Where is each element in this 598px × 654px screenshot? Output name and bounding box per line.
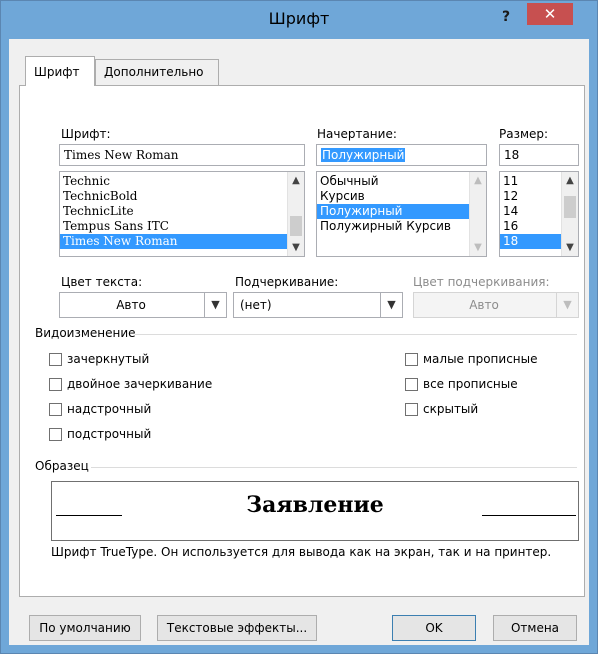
checkbox-box[interactable] xyxy=(405,377,418,391)
scroll-thumb[interactable] xyxy=(290,216,302,236)
checkbox-box[interactable] xyxy=(49,402,62,416)
scroll-up-icon: ▲ xyxy=(474,175,482,186)
scroll-up-icon[interactable]: ▲ xyxy=(288,172,304,189)
underline-select[interactable]: (нет) ▼ xyxy=(233,292,403,318)
font-list-item[interactable]: Technic xyxy=(60,174,304,189)
sample-group-title: Образец xyxy=(35,459,89,473)
scroll-down-icon[interactable]: ▼ xyxy=(562,239,578,256)
checkbox-label: подстрочный xyxy=(67,427,152,441)
underline-color-label: Цвет подчеркивания: xyxy=(413,275,550,289)
size-list-scrollbar[interactable]: ▲ ▼ xyxy=(561,172,578,256)
checkbox-label: надстрочный xyxy=(67,402,152,416)
font-list-item[interactable]: TechnicBold xyxy=(60,189,304,204)
style-input[interactable]: Полужирный xyxy=(316,144,487,166)
style-list-scrollbar: ▲ ▼ xyxy=(469,172,486,256)
scroll-thumb[interactable] xyxy=(564,196,576,218)
scroll-down-icon[interactable]: ▼ xyxy=(288,239,304,256)
sample-right-line xyxy=(482,515,576,516)
ok-button[interactable]: OK xyxy=(392,615,476,641)
text-effects-button[interactable]: Текстовые эффекты... xyxy=(157,615,317,641)
checkbox-double-strikethrough[interactable]: двойное зачеркивание xyxy=(49,376,212,392)
size-input[interactable]: 18 xyxy=(499,144,579,166)
scroll-up-icon[interactable]: ▲ xyxy=(562,172,578,189)
checkbox-label: зачеркнутый xyxy=(67,352,150,366)
text-color-label: Цвет текста: xyxy=(61,275,143,289)
divider xyxy=(135,334,577,335)
style-input-value: Полужирный xyxy=(321,148,406,162)
checkbox-subscript[interactable]: подстрочный xyxy=(49,426,151,442)
checkbox-box[interactable] xyxy=(49,427,62,441)
font-input[interactable]: Times New Roman xyxy=(59,144,305,166)
chevron-down-icon[interactable]: ▼ xyxy=(204,293,226,317)
help-button[interactable]: ? xyxy=(495,6,517,28)
window-frame-right xyxy=(589,39,597,653)
underline-color-value: Авто xyxy=(469,298,499,312)
text-color-select[interactable]: Авто ▼ xyxy=(59,292,227,318)
truetype-note: Шрифт TrueType. Он используется для выво… xyxy=(51,545,552,559)
scroll-down-icon: ▼ xyxy=(474,242,482,253)
checkbox-superscript[interactable]: надстрочный xyxy=(49,401,151,417)
title-bar[interactable]: Шрифт ? ✕ xyxy=(1,1,597,39)
font-list-item[interactable]: Tempus Sans ITC xyxy=(60,219,304,234)
checkbox-box[interactable] xyxy=(49,377,62,391)
font-list[interactable]: Technic TechnicBold TechnicLite Tempus Sans… xyxy=(59,171,305,257)
size-label: Размер: xyxy=(499,127,549,141)
checkbox-box[interactable] xyxy=(49,352,62,366)
checkbox-strikethrough[interactable]: зачеркнутый xyxy=(49,351,149,367)
underline-value: (нет) xyxy=(240,298,272,312)
close-button[interactable]: ✕ xyxy=(527,3,573,25)
style-list-item[interactable]: Полужирный xyxy=(317,204,486,219)
tab-font[interactable]: Шрифт xyxy=(25,56,95,86)
font-list-item[interactable]: TechnicLite xyxy=(60,204,304,219)
font-list-scrollbar[interactable]: ▲ ▼ xyxy=(287,172,304,256)
font-dialog: Шрифт ? ✕ Шрифт Дополнительно Шрифт: Tim… xyxy=(0,0,598,654)
checkbox-small-caps[interactable]: малые прописные xyxy=(405,351,538,367)
size-list[interactable]: 11 12 14 16 18 ▲ ▼ xyxy=(499,171,579,257)
font-label: Шрифт: xyxy=(61,127,111,141)
chevron-down-icon[interactable]: ▼ xyxy=(380,293,402,317)
set-default-button[interactable]: По умолчанию xyxy=(29,615,141,641)
divider xyxy=(91,467,577,468)
effects-group-title: Видоизменение xyxy=(35,326,136,340)
tab-advanced[interactable]: Дополнительно xyxy=(95,59,219,85)
checkbox-label: малые прописные xyxy=(423,352,538,366)
underline-color-select: Авто ▼ xyxy=(413,292,579,318)
sample-preview: Заявление xyxy=(51,481,579,541)
style-list[interactable]: Обычный Курсив Полужирный Полужирный Курсив… xyxy=(316,171,487,257)
underline-label: Подчеркивание: xyxy=(235,275,339,289)
style-list-item[interactable]: Курсив xyxy=(317,189,486,204)
checkbox-box[interactable] xyxy=(405,402,418,416)
checkbox-all-caps[interactable]: все прописные xyxy=(405,376,518,392)
checkbox-hidden[interactable]: скрытый xyxy=(405,401,478,417)
font-list-item[interactable]: Times New Roman xyxy=(60,234,304,249)
checkbox-label: скрытый xyxy=(423,402,479,416)
style-list-item[interactable]: Полужирный Курсив xyxy=(317,219,486,234)
style-label: Начертание: xyxy=(317,127,397,141)
checkbox-label: двойное зачеркивание xyxy=(67,377,213,391)
style-list-item[interactable]: Обычный xyxy=(317,174,486,189)
checkbox-box[interactable] xyxy=(405,352,418,366)
window-frame-bottom xyxy=(1,645,597,653)
checkbox-label: все прописные xyxy=(423,377,518,391)
cancel-button[interactable]: Отмена xyxy=(493,615,577,641)
text-color-value: Авто xyxy=(116,298,146,312)
window-frame-left xyxy=(1,39,9,653)
chevron-down-icon: ▼ xyxy=(556,293,578,317)
